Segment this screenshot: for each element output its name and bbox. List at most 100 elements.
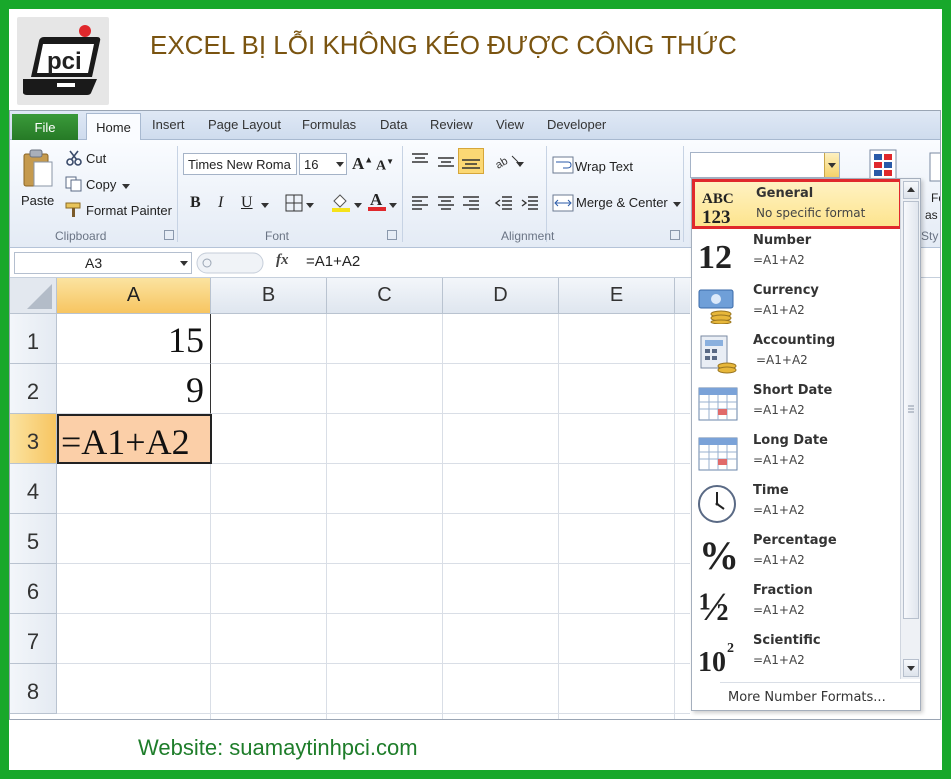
grid-cell[interactable] (211, 564, 327, 614)
grid-cell[interactable] (211, 664, 327, 714)
tab-developer[interactable]: Developer (547, 117, 606, 132)
format-option-number[interactable]: 12 Number =A1+A2 (692, 229, 902, 279)
scroll-down-button[interactable] (903, 659, 919, 677)
grid-cell[interactable] (327, 664, 443, 714)
column-header-e[interactable]: E (559, 278, 675, 314)
grid-cell[interactable] (211, 364, 327, 414)
menu-scrollbar[interactable] (900, 179, 920, 679)
format-option-long-date[interactable]: Long Date =A1+A2 (692, 429, 902, 479)
column-header-f[interactable] (675, 278, 690, 314)
row-header-7[interactable]: 7 (10, 614, 57, 664)
fill-color-icon[interactable] (330, 191, 352, 218)
align-bottom-icon[interactable] (458, 148, 484, 179)
column-header-d[interactable]: D (443, 278, 559, 314)
format-as-table-icon[interactable] (929, 152, 940, 187)
grid-cell[interactable] (57, 614, 211, 664)
grid-cell[interactable] (675, 314, 690, 364)
grid-cell[interactable] (559, 464, 675, 514)
grid-cell[interactable] (443, 314, 559, 364)
merge-center-button[interactable]: Merge & Center (576, 195, 668, 210)
font-color-icon[interactable]: A (366, 190, 388, 217)
copy-button[interactable]: Copy (86, 177, 116, 192)
paste-button[interactable] (20, 148, 56, 195)
row-header-8[interactable]: 8 (10, 664, 57, 714)
grid-cell[interactable] (443, 564, 559, 614)
grid-cell[interactable] (675, 514, 690, 564)
grid-cell[interactable] (327, 464, 443, 514)
row-header-4[interactable]: 4 (10, 464, 57, 514)
number-format-field[interactable] (690, 152, 840, 178)
align-right-icon[interactable] (461, 195, 481, 216)
grid-cell[interactable] (211, 714, 327, 719)
tab-formulas[interactable]: Formulas (302, 117, 356, 132)
orientation-dropdown-icon[interactable] (516, 162, 524, 167)
grid-cell[interactable] (327, 314, 443, 364)
select-all-corner[interactable] (10, 278, 57, 314)
tab-view[interactable]: View (496, 117, 524, 132)
grid-cell[interactable] (675, 614, 690, 664)
cut-button[interactable]: Cut (86, 151, 106, 166)
grid-cell[interactable] (211, 464, 327, 514)
grid-cell[interactable] (675, 564, 690, 614)
more-number-formats-link[interactable]: More Number Formats... (728, 690, 886, 705)
row-header-2[interactable]: 2 (10, 364, 57, 414)
grid-cell[interactable] (675, 414, 690, 464)
grid-cell[interactable] (443, 714, 559, 719)
grid-cell[interactable] (443, 364, 559, 414)
grid-cell[interactable] (559, 414, 675, 464)
grid-cell[interactable] (57, 464, 211, 514)
cell-a1[interactable]: 15 (57, 314, 211, 364)
bold-button[interactable]: B (190, 194, 201, 212)
grid-cell[interactable] (211, 514, 327, 564)
wrap-text-button[interactable]: Wrap Text (575, 159, 633, 174)
grid-cell[interactable] (559, 514, 675, 564)
name-box[interactable]: A3 (14, 252, 192, 274)
grid-cell[interactable] (211, 614, 327, 664)
tab-page-layout[interactable]: Page Layout (208, 117, 281, 132)
number-format-dropdown-button[interactable] (824, 153, 839, 177)
grid-cell[interactable] (559, 314, 675, 364)
grid-cell[interactable] (675, 364, 690, 414)
copy-dropdown-icon[interactable] (122, 184, 130, 189)
format-painter-button[interactable]: Format Painter (86, 203, 172, 218)
format-option-time[interactable]: Time =A1+A2 (692, 479, 902, 529)
fill-color-dropdown-icon[interactable] (354, 203, 362, 208)
grid-cell[interactable] (443, 514, 559, 564)
format-option-scientific[interactable]: 10 2 Scientific =A1+A2 (692, 629, 902, 679)
cell-a2[interactable]: 9 (57, 364, 211, 414)
font-color-dropdown-icon[interactable] (389, 203, 397, 208)
borders-icon[interactable] (285, 194, 303, 217)
scroll-up-button[interactable] (903, 181, 919, 199)
borders-dropdown-icon[interactable] (306, 203, 314, 208)
name-box-dropdown-icon[interactable] (180, 261, 188, 266)
row-header-3[interactable]: 3 (10, 414, 57, 464)
shrink-font-icon[interactable]: A▼ (376, 157, 394, 175)
underline-dropdown-icon[interactable] (261, 203, 269, 208)
italic-button[interactable]: I (218, 194, 223, 212)
column-header-b[interactable]: B (211, 278, 327, 314)
grid-cell[interactable] (327, 514, 443, 564)
grid-cell[interactable] (443, 614, 559, 664)
font-name-field[interactable]: Times New Roma (183, 153, 297, 175)
grid-cell[interactable] (443, 464, 559, 514)
format-option-short-date[interactable]: Short Date =A1+A2 (692, 379, 902, 429)
grid-cell[interactable] (57, 514, 211, 564)
decrease-indent-icon[interactable] (494, 195, 514, 216)
merge-center-dropdown-icon[interactable] (673, 202, 681, 207)
grid-cell[interactable] (675, 664, 690, 714)
grid-cell[interactable] (559, 364, 675, 414)
grid-cell[interactable] (559, 614, 675, 664)
grid-cell[interactable] (57, 714, 211, 719)
tab-review[interactable]: Review (430, 117, 473, 132)
tab-data[interactable]: Data (380, 117, 407, 132)
row-header-1[interactable]: 1 (10, 314, 57, 364)
tab-insert[interactable]: Insert (152, 117, 185, 132)
format-option-fraction[interactable]: ½ Fraction =A1+A2 (692, 579, 902, 629)
grid-cell[interactable] (327, 614, 443, 664)
underline-button[interactable]: U (241, 194, 253, 212)
grid-cell[interactable] (675, 464, 690, 514)
alignment-launcher-icon[interactable] (670, 230, 680, 240)
align-center-icon[interactable] (436, 195, 456, 216)
grid-cell[interactable] (675, 714, 690, 719)
format-option-currency[interactable]: Currency =A1+A2 (692, 279, 902, 329)
